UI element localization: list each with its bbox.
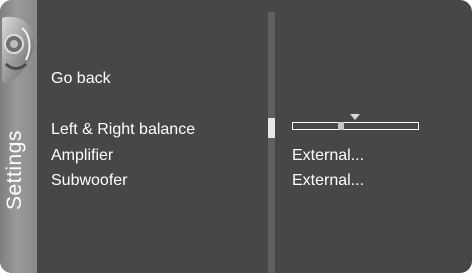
selection-scroll-indicator: [268, 118, 275, 138]
column-divider: [268, 12, 275, 273]
menu-item-go-back[interactable]: Go back: [51, 69, 111, 88]
menu-title: Settings: [3, 130, 26, 210]
menu-item-balance[interactable]: Left & Right balance: [51, 120, 195, 139]
settings-menu-panel: Settings Go back Left & Right balance Am…: [0, 0, 472, 273]
menu-content: Go back Left & Right balance Amplifier S…: [37, 0, 472, 273]
menu-item-amplifier[interactable]: Amplifier: [51, 146, 113, 165]
speaker-headphones-icon: [2, 16, 35, 83]
menu-item-subwoofer[interactable]: Subwoofer: [51, 171, 128, 190]
balance-slider[interactable]: [290, 114, 422, 134]
sidebar-strip: Settings: [0, 0, 37, 273]
balance-slider-handle[interactable]: [337, 122, 344, 130]
amplifier-value[interactable]: External...: [292, 146, 364, 165]
balance-center-marker-icon: [349, 114, 360, 120]
subwoofer-value[interactable]: External...: [292, 171, 364, 190]
balance-slider-track: [292, 122, 419, 130]
